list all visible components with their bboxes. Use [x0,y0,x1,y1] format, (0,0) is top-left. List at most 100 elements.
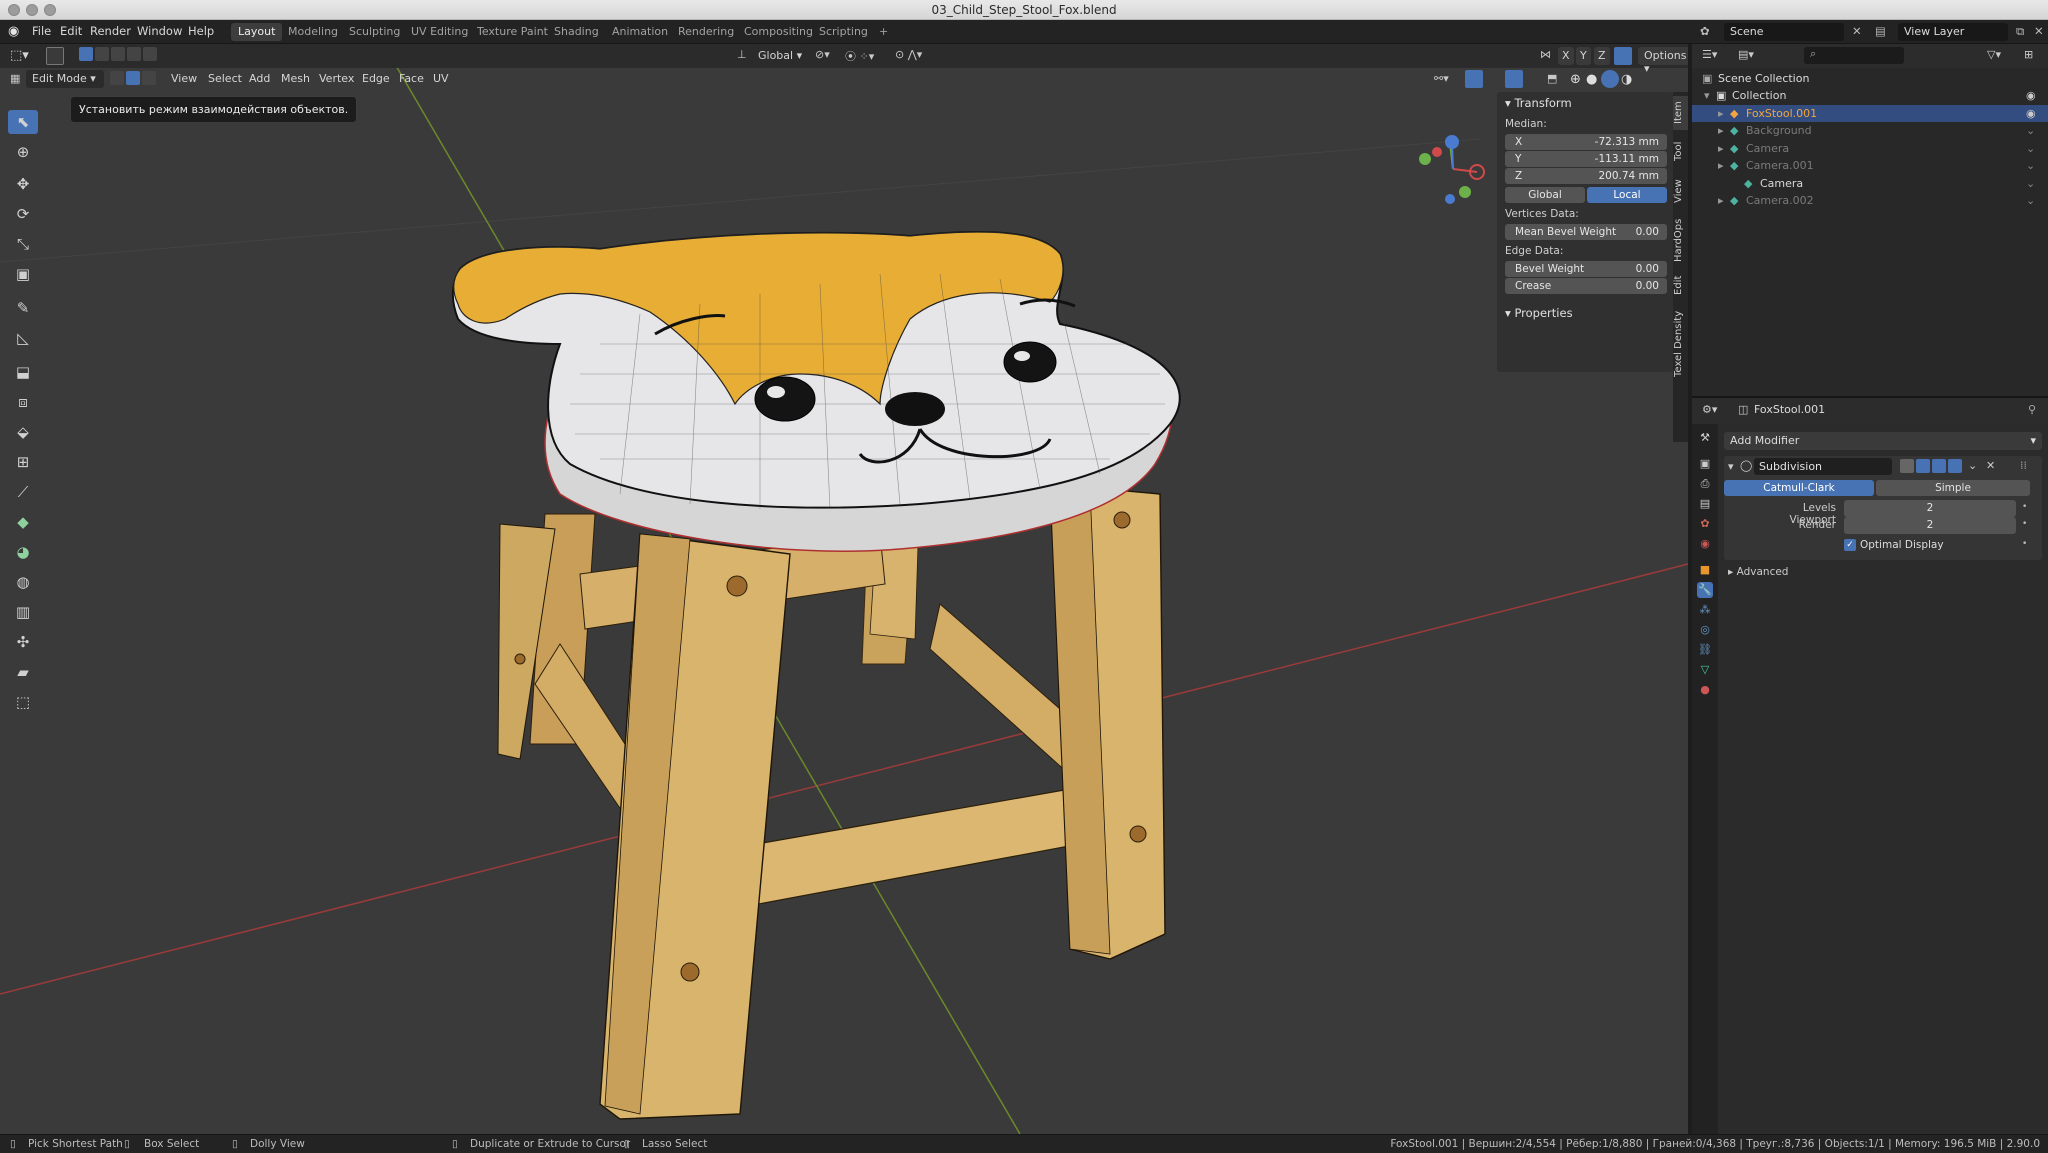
tab-tool[interactable]: Tool [1673,134,1688,168]
expand-arrow-icon[interactable]: ▸ [1718,124,1724,137]
loop-cut-tool-icon[interactable]: ⊞ [8,450,38,474]
select-tool-icon[interactable] [46,47,64,65]
outliner-editor-icon[interactable]: ☰▾ [1702,48,1717,61]
material-tab-icon[interactable]: ● [1697,682,1713,698]
tab-sculpting[interactable]: Sculpting [342,23,407,41]
simple-toggle[interactable]: Simple [1876,480,2030,496]
edit-mode-display-icon[interactable] [1916,459,1930,473]
scale-tool-icon[interactable]: ⤡ [8,232,38,256]
outliner-search-input[interactable]: ⌕ [1804,47,1904,64]
blender-logo-icon[interactable]: ◉ [8,24,19,39]
new-collection-icon[interactable]: ⊞ [2024,48,2033,61]
solid-shading-icon[interactable]: ● [1586,72,1597,87]
object-tab-icon[interactable]: ■ [1697,562,1713,578]
wireframe-shading-icon[interactable]: ⊕ [1570,72,1581,87]
vertex-select-icon[interactable] [110,71,124,85]
menu-render[interactable]: Render [90,24,131,38]
pivot-icon[interactable]: ⊘▾ [815,48,830,61]
shear-tool-icon[interactable]: ▰ [8,660,38,684]
keyframe-dot-icon[interactable]: • [2022,519,2027,529]
mode-dropdown[interactable]: Edit Mode ▾ [26,70,104,88]
local-toggle[interactable]: Local [1587,187,1667,203]
outliner-row[interactable]: ◆ Camera ⌄ [1692,175,2048,192]
menu-view[interactable]: View [171,72,197,85]
xray-icon[interactable]: ⬒ [1547,72,1557,85]
cursor-tool-icon[interactable]: ⊕ [8,140,38,164]
menu-edit[interactable]: Edit [60,24,82,38]
particles-tab-icon[interactable]: ⁂ [1697,602,1713,618]
rotate-tool-icon[interactable]: ⟳ [8,202,38,226]
chevron-down-icon[interactable]: ⌄ [2026,124,2035,137]
menu-vertex[interactable]: Vertex [319,72,354,85]
tab-layout[interactable]: Layout [231,23,283,41]
3d-viewport[interactable]: ⬚▾ ⊥ Global ▾ ⊘▾ ⦿ ⁘▾ ⊙ ⋀▾ ⋈ X Y Z Optio… [0,44,1688,1134]
on-cage-icon[interactable] [1900,459,1914,473]
properties-header[interactable]: ▾ Properties [1505,306,1573,320]
tab-hardops[interactable]: HardOps [1673,214,1688,266]
modifier-name-input[interactable]: Subdivision [1754,458,1892,475]
move-tool-icon[interactable]: ✥ [8,172,38,196]
world-tab-icon[interactable]: ◉ [1697,536,1713,552]
keyframe-dot-icon[interactable]: • [2022,539,2027,549]
mirror-y-button[interactable]: Y [1576,47,1591,65]
modifier-menu-icon[interactable]: ⌄ [1968,459,1977,472]
expand-arrow-icon[interactable]: ▸ [1718,142,1724,155]
outliner-row[interactable]: ▸ ◆ Camera ⌄ [1692,140,2048,157]
orientation-dropdown[interactable]: Global ▾ [752,47,809,65]
menu-edge[interactable]: Edge [362,72,390,85]
menu-window[interactable]: Window [137,24,182,38]
select-mode-subtract-icon[interactable] [111,47,125,61]
tab-item[interactable]: Item [1673,96,1688,130]
rip-tool-icon[interactable]: ⬚ [8,690,38,714]
display-mode-icon[interactable]: ▤▾ [1738,48,1754,61]
proportional-edit-icon[interactable]: ⊙ ⋀▾ [895,48,922,61]
select-box-tool-icon[interactable]: ⬉ [8,110,38,134]
menu-add[interactable]: Add [249,72,270,85]
shrink-fatten-tool-icon[interactable]: ✣ [8,630,38,654]
transform-tool-icon[interactable]: ▣ [8,262,38,286]
modifier-tab-icon[interactable]: 🔧 [1697,582,1713,598]
constraints-tab-icon[interactable]: ⛓ [1697,642,1713,658]
tab-texture-paint[interactable]: Texture Paint [470,23,555,41]
tool-tab-icon[interactable]: ⚒ [1697,430,1713,446]
face-select-icon[interactable] [142,71,156,85]
tab-texel-density[interactable]: Texel Density [1673,304,1688,384]
expand-arrow-icon[interactable]: ▾ [1704,89,1710,102]
mean-bevel-weight-field[interactable]: Mean Bevel Weight 0.00 [1505,224,1667,240]
inset-tool-icon[interactable]: ⧈ [8,390,38,414]
view-layer-tab-icon[interactable]: ▤ [1697,496,1713,512]
spin-tool-icon[interactable]: ◕ [8,540,38,564]
mirror-x-button[interactable]: X [1558,47,1574,65]
outliner-row[interactable]: ▾ ▣ Collection ◉ [1692,87,2048,104]
tab-scripting[interactable]: Scripting [812,23,875,41]
tab-uv-editing[interactable]: UV Editing [404,23,475,41]
menu-uv[interactable]: UV [433,72,449,85]
scene-tab-icon[interactable]: ✿ [1697,516,1713,532]
pin-icon[interactable]: ⚲ [2028,403,2036,416]
outliner-row[interactable]: ▸ ◆ Background ⌄ [1692,122,2048,139]
chevron-down-icon[interactable]: ⌄ [2026,159,2035,172]
add-workspace-icon[interactable]: + [872,23,895,41]
global-toggle[interactable]: Global [1505,187,1585,203]
add-modifier-dropdown[interactable]: Add Modifier ▾ [1724,432,2042,450]
bevel-tool-icon[interactable]: ⬙ [8,420,38,444]
extrude-tool-icon[interactable]: ⬓ [8,360,38,384]
poly-build-tool-icon[interactable]: ◆ [8,510,38,534]
rendered-shading-icon[interactable]: ◑ [1621,72,1632,87]
tab-shading[interactable]: Shading [547,23,606,41]
bevel-weight-field[interactable]: Bevel Weight 0.00 [1505,261,1667,277]
editor-type-icon[interactable]: ⬚▾ [10,48,29,63]
collapse-modifier-icon[interactable]: ▾ [1728,460,1734,473]
gizmo-toggle-icon[interactable] [1465,70,1483,88]
visibility-eye-icon[interactable]: ◉ [2026,89,2036,102]
remove-modifier-icon[interactable]: ✕ [1986,459,1995,472]
menu-mesh[interactable]: Mesh [281,72,310,85]
menu-select[interactable]: Select [208,72,242,85]
median-x-field[interactable]: X -72.313 mm [1505,134,1667,150]
render-levels-field[interactable]: 2 [1844,517,2016,534]
tab-animation[interactable]: Animation [605,23,675,41]
outliner-row[interactable]: ▸ ◆ Camera.001 ⌄ [1692,157,2048,174]
catmull-clark-toggle[interactable]: Catmull-Clark [1724,480,1874,496]
close-scene-icon[interactable]: ✕ [1852,24,1862,38]
scene-selector[interactable]: Scene [1724,23,1844,41]
